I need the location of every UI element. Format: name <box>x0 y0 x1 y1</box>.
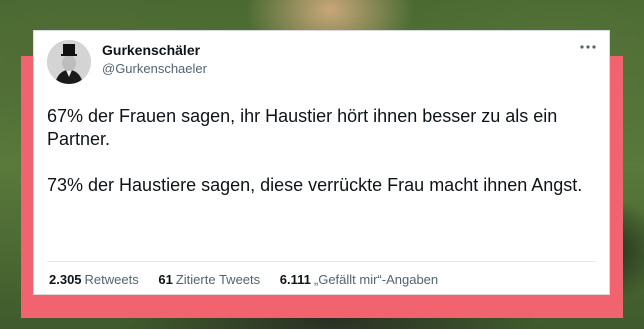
quote-tweets-stat[interactable]: 61 Zitierte Tweets <box>158 272 260 287</box>
retweets-label: Retweets <box>84 272 139 287</box>
quote-tweets-label: Zitierte Tweets <box>175 272 261 287</box>
likes-count: 6.111 <box>279 272 311 287</box>
avatar[interactable] <box>47 40 91 84</box>
quote-tweets-count: 61 <box>158 272 173 287</box>
tweet-paragraph: 73% der Haustiere sagen, diese verrückte… <box>47 175 583 195</box>
divider <box>47 261 596 262</box>
tweet-stats: 2.305 Retweets 61 Zitierte Tweets 6.111 „Ge… <box>49 272 454 287</box>
display-name[interactable]: Gurkenschäler <box>102 42 200 58</box>
likes-label: „Gefällt mir“-Angaben <box>313 272 439 287</box>
more-dots-icon[interactable] <box>579 41 597 53</box>
likes-stat[interactable]: 6.111 „Gefällt mir“-Angaben <box>280 272 438 287</box>
top-hat-portrait-icon <box>47 40 91 84</box>
tweet-card: Gurkenschäler @Gurkenschaeler 67% der Fr… <box>33 30 610 295</box>
retweets-count: 2.305 <box>49 272 82 287</box>
tweet-text: 67% der Frauen sagen, ihr Haustier hört … <box>47 105 597 197</box>
retweets-stat[interactable]: 2.305 Retweets <box>49 272 139 287</box>
user-handle[interactable]: @Gurkenschaeler <box>102 61 207 76</box>
tweet-paragraph: 67% der Frauen sagen, ihr Haustier hört … <box>47 106 558 149</box>
